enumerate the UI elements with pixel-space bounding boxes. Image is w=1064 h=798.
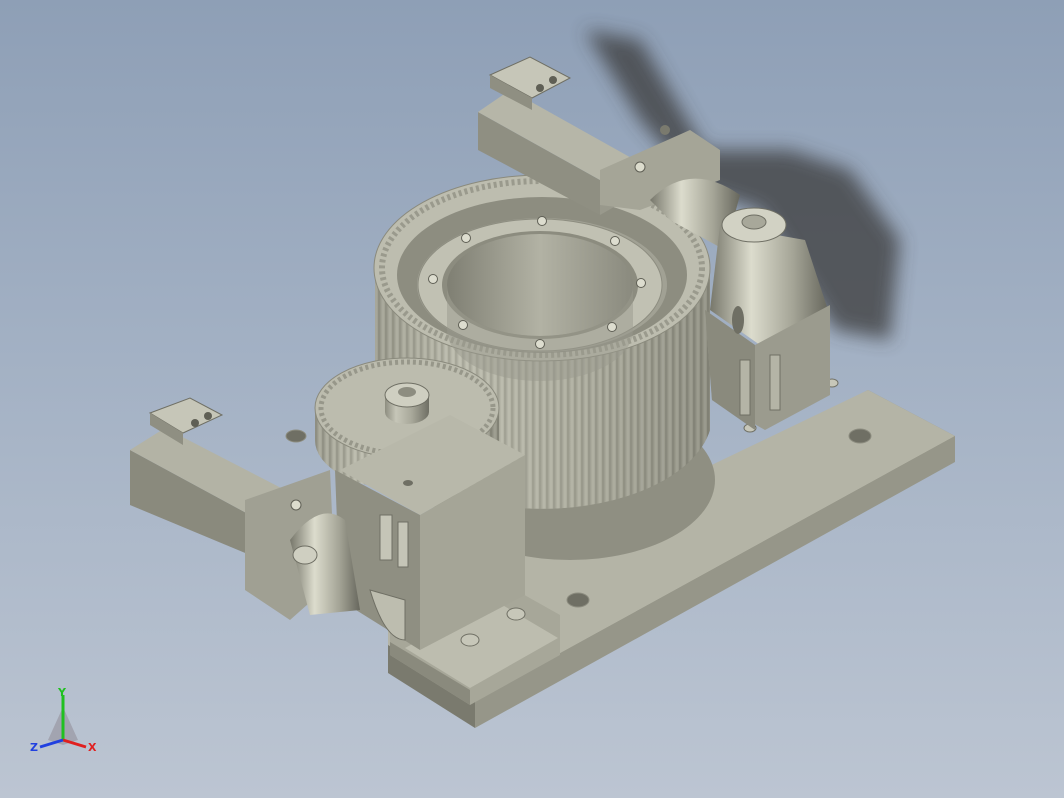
y-axis-label: Y [57, 686, 67, 699]
coordinate-triad: Y X Z [28, 685, 108, 755]
mount-hole [285, 429, 307, 443]
bolt-head [460, 633, 480, 647]
mount-hole [848, 428, 872, 444]
triad-graphic: Y X Z [30, 686, 97, 754]
x-axis-label: X [88, 741, 97, 754]
z-axis-label: Z [30, 741, 38, 754]
bolt-head [506, 607, 526, 621]
mount-hole [566, 592, 590, 608]
cad-model[interactable] [0, 0, 1064, 798]
cad-viewport[interactable]: Y X Z [0, 0, 1064, 798]
